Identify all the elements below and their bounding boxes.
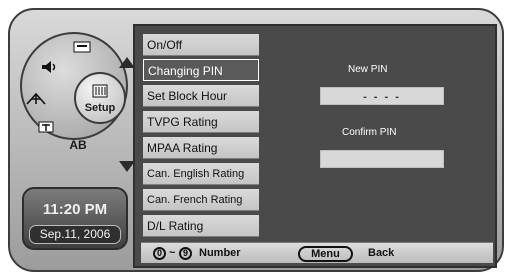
new-pin-field[interactable]: - - - - <box>320 87 444 105</box>
parental-menu: On/Off Changing PIN Set Block Hour TVPG … <box>143 34 259 240</box>
clock-date: Sep.11, 2006 <box>29 225 121 244</box>
setup-button[interactable]: Setup <box>74 72 126 124</box>
antenna-icon[interactable] <box>22 88 50 110</box>
setup-dial[interactable]: AB Setup <box>20 20 140 172</box>
ab-label: AB <box>69 138 87 152</box>
clock-time: 11:20 PM <box>42 201 108 218</box>
menu-key: Menu <box>298 246 353 262</box>
confirm-pin-label: Confirm PIN <box>342 127 397 138</box>
menu-item-changing-pin[interactable]: Changing PIN <box>143 59 259 81</box>
menu-item-tvpg-rating[interactable]: TVPG Rating <box>143 111 259 133</box>
back-label: Back <box>368 247 395 259</box>
menu-item-on-off[interactable]: On/Off <box>143 34 259 56</box>
setup-label: Setup <box>84 101 116 114</box>
parental-lock-icon[interactable] <box>32 116 60 138</box>
menu-item-set-block-hour[interactable]: Set Block Hour <box>143 85 259 107</box>
clock-panel: 11:20 PM Sep.11, 2006 <box>22 187 128 250</box>
key-9-circle: 9 <box>179 247 192 260</box>
new-pin-label: New PIN <box>348 64 388 75</box>
key-0-circle: 0 <box>153 247 166 260</box>
setup-icon <box>91 83 109 104</box>
menu-item-mpaa-rating[interactable]: MPAA Rating <box>143 137 259 159</box>
app-frame: AB Setup 11:20 PM Sep.11, 2006 On/Off Ch… <box>0 0 512 278</box>
menu-item-dl-rating[interactable]: D/L Rating <box>143 215 259 237</box>
caption-icon[interactable] <box>68 36 96 58</box>
help-footer: 0 ~ 9 Number Menu Back <box>141 242 493 263</box>
menu-item-can-french-rating[interactable]: Can. French Rating <box>143 189 259 211</box>
menu-item-can-english-rating[interactable]: Can. English Rating <box>143 163 259 185</box>
ab-segment[interactable]: AB <box>64 134 92 156</box>
main-screen: On/Off Changing PIN Set Block Hour TVPG … <box>133 24 497 268</box>
confirm-pin-field[interactable] <box>320 150 444 168</box>
tilde-separator: ~ <box>169 247 176 259</box>
number-label: Number <box>199 247 241 259</box>
speaker-icon[interactable] <box>34 56 62 78</box>
